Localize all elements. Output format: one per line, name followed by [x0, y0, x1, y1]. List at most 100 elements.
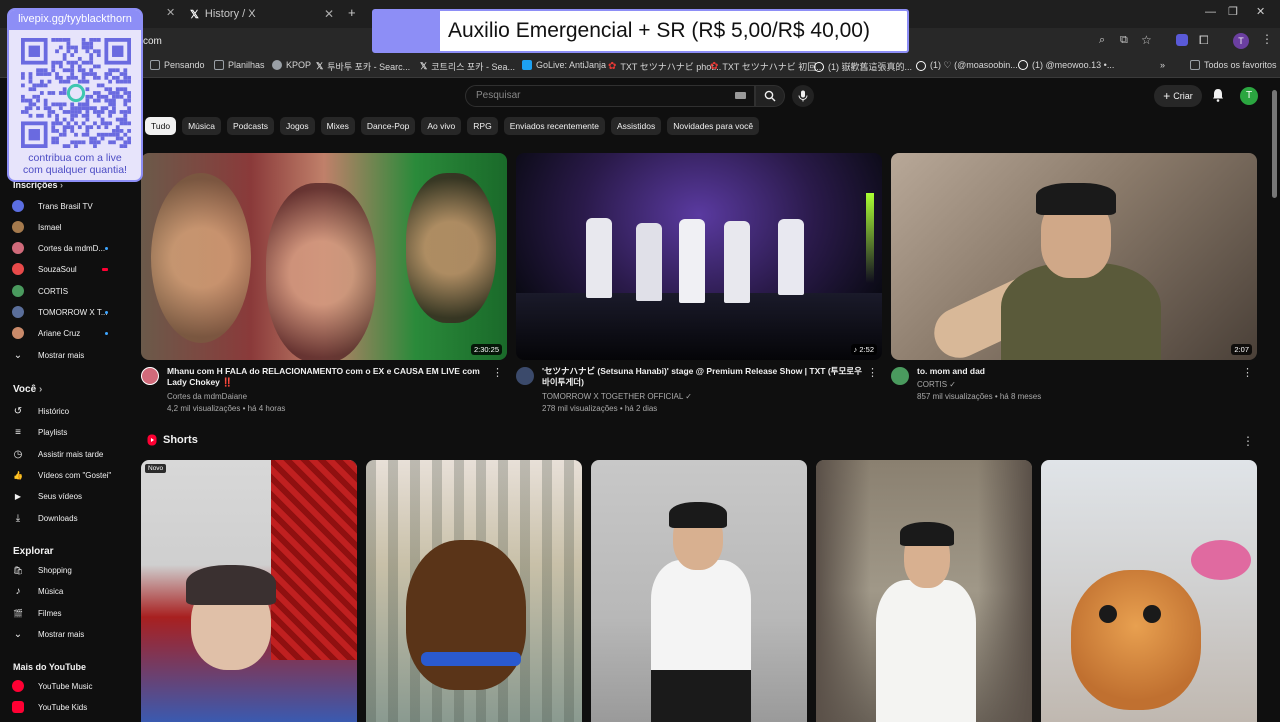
- close-tab-icon[interactable]: ✕: [324, 7, 334, 21]
- bookmarks-bar: Pensando Planilhas KPOP 𝕏 투바투 포카 - Searc.…: [0, 56, 1280, 78]
- chip[interactable]: Assistidos: [611, 117, 662, 135]
- chip[interactable]: Música: [182, 117, 221, 135]
- channel-name[interactable]: CORTIS ✓: [917, 380, 956, 389]
- face-shape: [266, 183, 376, 360]
- chip[interactable]: RPG: [467, 117, 498, 135]
- donation-goal-banner: Auxilio Emergencial + SR (R$ 5,00/R$ 40,…: [372, 9, 909, 53]
- restore-button[interactable]: ❐: [1228, 5, 1238, 18]
- sidebar-item-youtube-kids[interactable]: YouTube Kids: [12, 701, 122, 713]
- bookmark-item[interactable]: (1) 嶽歡舊這張真的...: [814, 60, 912, 73]
- you-section-title[interactable]: Você ›: [13, 384, 42, 395]
- more-options-icon[interactable]: ⋮: [867, 366, 878, 379]
- sidebar-item-your-videos[interactable]: ▶ Seus vídeos: [12, 490, 122, 502]
- qr-code-icon: [21, 38, 131, 148]
- bookmark-item[interactable]: Planilhas: [214, 60, 265, 70]
- short-thumbnail[interactable]: [816, 460, 1032, 722]
- sidebar-item-history[interactable]: ↺ Histórico: [12, 405, 122, 417]
- video-title[interactable]: 'セツナハナビ (Setsuna Hanabi)' stage @ Premiu…: [542, 366, 862, 388]
- channel-avatar[interactable]: [141, 367, 159, 385]
- keyboard-icon[interactable]: [735, 92, 746, 99]
- more-options-icon[interactable]: ⋮: [1242, 366, 1253, 379]
- short-thumbnail[interactable]: [366, 460, 582, 722]
- channel-avatar[interactable]: [891, 367, 909, 385]
- bookmark-item[interactable]: (1) ♡ (@moasoobin...: [916, 60, 1018, 71]
- bookmark-item[interactable]: 𝕏 투바투 포카 - Searc...: [316, 60, 410, 73]
- search-button[interactable]: [755, 85, 785, 107]
- zoom-icon[interactable]: ⌕: [1099, 34, 1105, 47]
- download-icon: ⤓: [15, 512, 21, 524]
- show-more-subs[interactable]: ⌄ Mostrar mais: [12, 349, 122, 361]
- video-thumbnail[interactable]: 2:30:25: [141, 153, 507, 360]
- bookmark-item[interactable]: ✿ TXT セツナハナビ 初回...: [710, 60, 824, 73]
- sidebar-sub-item[interactable]: Ariane Cruz: [12, 327, 122, 339]
- bookmark-item[interactable]: (1) @meowoo.13 •...: [1018, 60, 1114, 70]
- channel-name[interactable]: TOMORROW X TOGETHER OFFICIAL ✓: [542, 392, 692, 401]
- sidebar-item-liked[interactable]: 👍 Vídeos com "Gostei": [12, 469, 122, 481]
- close-tab-icon[interactable]: ✕: [166, 6, 175, 19]
- bookmark-item[interactable]: 𝕏 코트리스 포카 - Sea...: [420, 60, 515, 73]
- bookmark-item[interactable]: KPOP: [272, 60, 311, 70]
- sidebar-item-playlists[interactable]: ≡ Playlists: [12, 426, 122, 438]
- bookmark-item[interactable]: GoLive: AntiJanja: [522, 60, 606, 70]
- channel-avatar[interactable]: [516, 367, 534, 385]
- search-input[interactable]: Pesquisar: [465, 85, 755, 107]
- sidebar-sub-item[interactable]: Cortes da mdmD...: [12, 242, 122, 254]
- chip[interactable]: Jogos: [279, 117, 315, 135]
- chip[interactable]: Podcasts: [227, 117, 274, 135]
- cast-icon[interactable]: ⧉: [1120, 34, 1128, 47]
- video-duration: 2:07: [1231, 344, 1252, 355]
- shorts-more-options-icon[interactable]: ⋮: [1242, 434, 1254, 448]
- sidebar-sub-item[interactable]: Ismael: [12, 221, 122, 233]
- short-thumbnail[interactable]: [591, 460, 807, 722]
- sidebar-item-shopping[interactable]: 🛍 Shopping: [12, 564, 122, 576]
- sidebar-sub-item[interactable]: CORTIS: [12, 285, 122, 297]
- new-tab-button[interactable]: +: [348, 5, 356, 20]
- bookmarks-overflow-icon[interactable]: »: [1160, 60, 1165, 70]
- performer-shape: [586, 218, 612, 298]
- sidebar-sub-item[interactable]: Trans Brasil TV: [12, 200, 122, 212]
- chip[interactable]: Ao vivo: [421, 117, 462, 135]
- short-thumbnail[interactable]: [1041, 460, 1257, 722]
- profile-avatar[interactable]: T: [1233, 33, 1249, 49]
- video-title[interactable]: to. mom and dad: [917, 366, 1237, 377]
- account-avatar[interactable]: T: [1240, 87, 1258, 105]
- chip[interactable]: Dance-Pop: [360, 117, 416, 135]
- minimize-button[interactable]: —: [1205, 6, 1216, 18]
- video-thumbnail[interactable]: 2:07: [891, 153, 1257, 360]
- sidebar-sub-item[interactable]: SouzaSoul: [12, 263, 122, 275]
- video-title[interactable]: Mhanu com H FALA do RELACIONAMENTO com o…: [167, 366, 487, 388]
- channel-avatar: [12, 306, 24, 318]
- extensions-puzzle-icon[interactable]: ⧠: [1199, 33, 1209, 48]
- browser-tab[interactable]: 𝕏 History / X ✕: [182, 3, 342, 25]
- all-bookmarks[interactable]: Todos os favoritos: [1190, 60, 1277, 70]
- chip[interactable]: Mixes: [320, 117, 355, 135]
- sidebar-item-films[interactable]: 🎬 Filmes: [12, 607, 122, 619]
- shorts-section-title: Shorts: [147, 434, 198, 446]
- more-options-icon[interactable]: ⋮: [492, 366, 503, 379]
- chip[interactable]: Tudo: [145, 117, 177, 135]
- show-more-explore[interactable]: ⌄ Mostrar mais: [12, 628, 122, 640]
- video-thumbnail[interactable]: ♪ 2:52: [516, 153, 882, 360]
- page-scrollbar[interactable]: [1272, 90, 1277, 198]
- create-button[interactable]: + Criar: [1154, 85, 1202, 107]
- voice-search-button[interactable]: [792, 85, 814, 107]
- new-content-dot: [105, 331, 108, 335]
- bookmark-item[interactable]: ✿ TXT セツナハナビ phot...: [608, 60, 721, 73]
- sidebar-sub-item[interactable]: TOMORROW X T...: [12, 306, 122, 318]
- menu-kebab-icon[interactable]: ⋮: [1261, 32, 1273, 46]
- sidebar-item-youtube-music[interactable]: YouTube Music: [12, 680, 122, 692]
- chevron-down-icon: ⌄: [13, 349, 23, 361]
- extension-icon[interactable]: [1176, 34, 1188, 46]
- sidebar-item-music[interactable]: ♪ Música: [12, 585, 122, 597]
- channel-name[interactable]: Cortes da mdmDaiane: [167, 392, 247, 401]
- short-thumbnail[interactable]: Novo: [141, 460, 357, 722]
- notifications-icon[interactable]: [1212, 88, 1224, 107]
- close-window-button[interactable]: ✕: [1256, 5, 1265, 18]
- chip[interactable]: Novidades para você: [667, 117, 760, 135]
- sidebar-item-watch-later[interactable]: ◷ Assistir mais tarde: [12, 448, 122, 460]
- bookmark-item[interactable]: Pensando: [150, 60, 205, 70]
- sidebar-item-downloads[interactable]: ⤓ Downloads: [12, 512, 122, 524]
- chip[interactable]: Enviados recentemente: [503, 117, 605, 135]
- bookmark-star-icon[interactable]: ☆: [1141, 33, 1152, 47]
- new-content-dot: [105, 246, 108, 250]
